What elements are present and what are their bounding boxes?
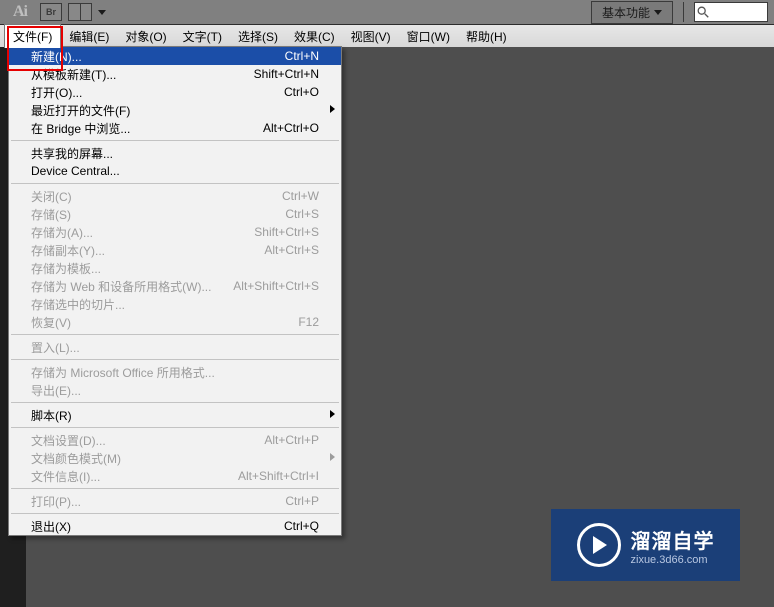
menu-item: 关闭(C)Ctrl+W (9, 187, 341, 205)
menu-item-label: 存储选中的切片... (31, 296, 319, 313)
menu-item-label: 共享我的屏幕... (31, 145, 319, 162)
menu-item-label: 导出(E)... (31, 382, 319, 399)
menu-window[interactable]: 窗口(W) (399, 25, 458, 47)
menu-item: 存储为 Web 和设备所用格式(W)...Alt+Shift+Ctrl+S (9, 277, 341, 295)
submenu-arrow-icon (330, 410, 335, 418)
menu-select[interactable]: 选择(S) (230, 25, 286, 47)
file-menu-dropdown: 新建(N)...Ctrl+N从模板新建(T)...Shift+Ctrl+N打开(… (8, 46, 342, 536)
menu-item-shortcut: Ctrl+S (285, 207, 319, 221)
chevron-down-icon (654, 10, 662, 15)
submenu-arrow-icon (330, 453, 335, 461)
menu-item-label: 关闭(C) (31, 188, 282, 205)
menu-item: 存储为模板... (9, 259, 341, 277)
bridge-icon[interactable]: Br (40, 3, 62, 21)
menu-file[interactable]: 文件(F) (4, 24, 61, 48)
menu-type[interactable]: 文字(T) (175, 25, 230, 47)
menu-item[interactable]: 新建(N)...Ctrl+N (9, 47, 341, 65)
menu-view[interactable]: 视图(V) (343, 25, 399, 47)
workspace-switcher[interactable]: 基本功能 (591, 1, 673, 24)
workspace-label: 基本功能 (602, 4, 650, 21)
menu-edit[interactable]: 编辑(E) (61, 25, 117, 47)
menu-item: 恢复(V)F12 (9, 313, 341, 331)
menu-item-shortcut: Shift+Ctrl+S (254, 225, 319, 239)
menu-item-label: 文件信息(I)... (31, 468, 238, 485)
menu-item-label: 存储为 Web 和设备所用格式(W)... (31, 278, 233, 295)
menu-item: 打印(P)...Ctrl+P (9, 492, 341, 510)
menu-item-label: 存储为 Microsoft Office 所用格式... (31, 364, 319, 381)
menu-item-shortcut: Ctrl+Q (284, 519, 319, 533)
menu-item: 导出(E)... (9, 381, 341, 399)
search-input[interactable] (694, 2, 768, 22)
illustrator-logo: Ai (6, 3, 34, 21)
menu-bar: 文件(F) 编辑(E) 对象(O) 文字(T) 选择(S) 效果(C) 视图(V… (0, 25, 774, 48)
menu-item-label: 打印(P)... (31, 493, 285, 510)
menu-item-label: 存储为(A)... (31, 224, 254, 241)
menu-item-label: 从模板新建(T)... (31, 66, 254, 83)
menu-item: 文档颜色模式(M) (9, 449, 341, 467)
menu-item: 置入(L)... (9, 338, 341, 356)
title-bar: Ai Br 基本功能 (0, 0, 774, 25)
menu-item-label: Device Central... (31, 164, 319, 178)
menu-item-label: 在 Bridge 中浏览... (31, 120, 263, 137)
menu-item-label: 存储(S) (31, 206, 285, 223)
menu-item-label: 存储副本(Y)... (31, 242, 264, 259)
watermark: 溜溜自学 zixue.3d66.com (551, 509, 740, 581)
menu-item-label: 最近打开的文件(F) (31, 102, 319, 119)
watermark-title: 溜溜自学 (631, 525, 715, 554)
layout-icon[interactable] (68, 3, 92, 21)
menu-item-label: 文档设置(D)... (31, 432, 264, 449)
menu-item-label: 恢复(V) (31, 314, 298, 331)
watermark-url: zixue.3d66.com (631, 554, 708, 566)
menu-item-label: 脚本(R) (31, 407, 319, 424)
play-icon (577, 523, 621, 567)
menu-help[interactable]: 帮助(H) (458, 25, 515, 47)
menu-item: 文件信息(I)...Alt+Shift+Ctrl+I (9, 467, 341, 485)
menu-effect[interactable]: 效果(C) (286, 25, 343, 47)
menu-item[interactable]: 从模板新建(T)...Shift+Ctrl+N (9, 65, 341, 83)
divider (683, 2, 684, 22)
menu-item: 存储为 Microsoft Office 所用格式... (9, 363, 341, 381)
menu-item-shortcut: Ctrl+N (285, 49, 319, 63)
menu-item[interactable]: 脚本(R) (9, 406, 341, 424)
menu-item-label: 存储为模板... (31, 260, 319, 277)
menu-item[interactable]: 共享我的屏幕... (9, 144, 341, 162)
menu-item-shortcut: F12 (298, 315, 319, 329)
topbar-right: 基本功能 (591, 1, 774, 24)
menu-item[interactable]: Device Central... (9, 162, 341, 180)
menu-item: 存储副本(Y)...Alt+Ctrl+S (9, 241, 341, 259)
menu-item-shortcut: Alt+Shift+Ctrl+S (233, 279, 319, 293)
menu-item-shortcut: Ctrl+O (284, 85, 319, 99)
search-icon (695, 4, 711, 20)
menu-item[interactable]: 最近打开的文件(F) (9, 101, 341, 119)
menu-item[interactable]: 退出(X)Ctrl+Q (9, 517, 341, 535)
menu-item: 存储为(A)...Shift+Ctrl+S (9, 223, 341, 241)
submenu-arrow-icon (330, 105, 335, 113)
menu-item: 存储选中的切片... (9, 295, 341, 313)
menu-item-shortcut: Ctrl+W (282, 189, 319, 203)
menu-item: 文档设置(D)...Alt+Ctrl+P (9, 431, 341, 449)
menu-item-label: 文档颜色模式(M) (31, 450, 319, 467)
menu-item-shortcut: Shift+Ctrl+N (254, 67, 319, 81)
menu-item-label: 新建(N)... (31, 48, 285, 65)
menu-item-shortcut: Alt+Ctrl+O (263, 121, 319, 135)
menu-item-shortcut: Ctrl+P (285, 494, 319, 508)
menu-item-label: 退出(X) (31, 518, 284, 535)
menu-item-label: 置入(L)... (31, 339, 319, 356)
menu-item[interactable]: 打开(O)...Ctrl+O (9, 83, 341, 101)
menu-item: 存储(S)Ctrl+S (9, 205, 341, 223)
menu-item-shortcut: Alt+Ctrl+S (264, 243, 319, 257)
menu-item-label: 打开(O)... (31, 84, 284, 101)
menu-object[interactable]: 对象(O) (117, 25, 174, 47)
chevron-down-icon[interactable] (98, 10, 106, 15)
menu-item-shortcut: Alt+Shift+Ctrl+I (238, 469, 319, 483)
menu-item[interactable]: 在 Bridge 中浏览...Alt+Ctrl+O (9, 119, 341, 137)
app-icons: Ai Br (0, 3, 106, 21)
menu-item-shortcut: Alt+Ctrl+P (264, 433, 319, 447)
